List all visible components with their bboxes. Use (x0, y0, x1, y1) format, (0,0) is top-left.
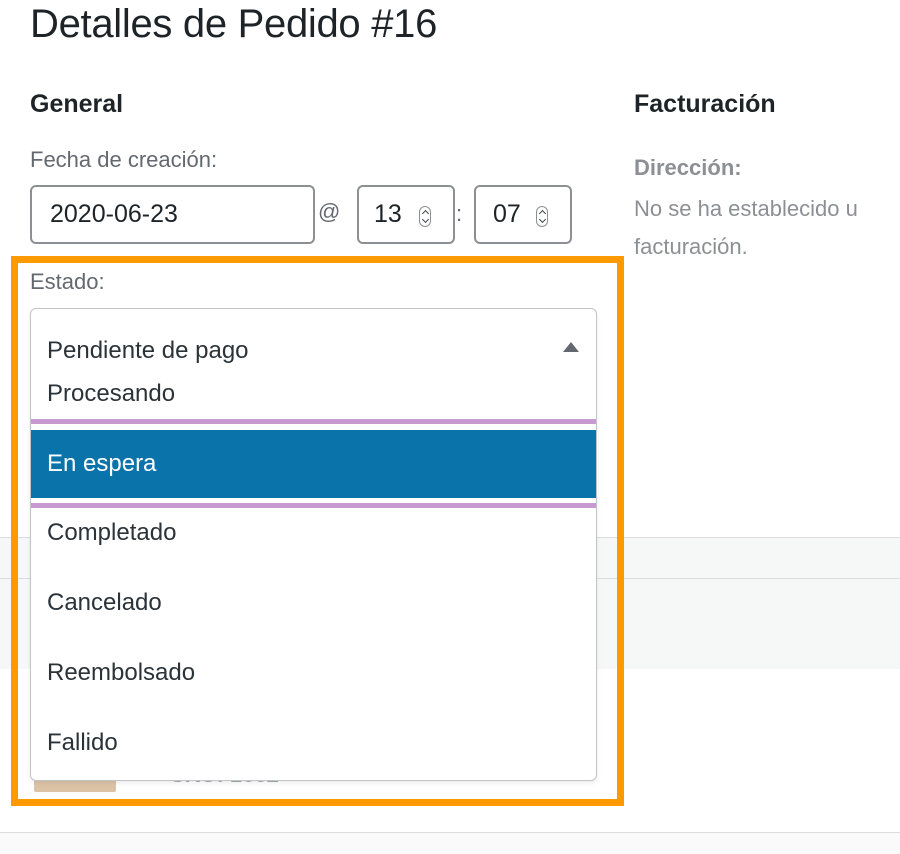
caret-up-icon (563, 342, 579, 352)
billing-address-line-1: No se ha establecido u (634, 196, 858, 221)
status-option-en-espera[interactable]: En espera (31, 430, 596, 498)
status-label: Estado: (30, 269, 105, 294)
billing-address-text: No se ha establecido u facturación. (634, 190, 900, 266)
status-select[interactable]: Pendiente de pago Procesando En espera C… (30, 308, 597, 781)
billing-address-label: Dirección: (634, 155, 742, 180)
date-created-input[interactable]: 2020-06-23 (30, 185, 315, 244)
date-created-label: Fecha de creación: (30, 147, 218, 172)
time-separator: : (456, 201, 463, 226)
hour-input[interactable]: 13 (357, 185, 455, 244)
date-created-value: 2020-06-23 (50, 200, 178, 228)
minute-input[interactable]: 07 (474, 185, 572, 244)
minute-spinner-icon[interactable] (536, 206, 548, 227)
focus-bar (31, 419, 596, 424)
at-separator: @ (318, 199, 341, 224)
status-option-reembolsado[interactable]: Reembolsado (31, 648, 596, 698)
billing-address-line-2: facturación. (634, 234, 748, 259)
footer-band (0, 833, 900, 854)
status-option-fallido[interactable]: Fallido (31, 718, 596, 768)
hour-spinner-icon[interactable] (419, 206, 431, 227)
minute-value: 07 (493, 200, 521, 228)
page-title: Detalles de Pedido #16 (30, 2, 438, 46)
status-option-completado[interactable]: Completado (31, 508, 596, 558)
status-selected-value: Pendiente de pago (47, 337, 249, 364)
status-option-cancelado[interactable]: Cancelado (31, 578, 596, 628)
status-option-procesando[interactable]: Procesando (31, 369, 596, 419)
general-heading: General (30, 90, 124, 118)
hour-value: 13 (374, 200, 402, 228)
billing-heading: Facturación (634, 90, 776, 118)
